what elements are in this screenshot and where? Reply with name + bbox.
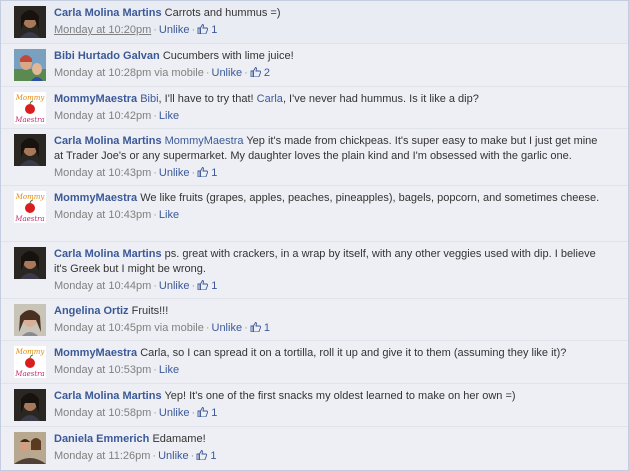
thumbs-up-icon [197,167,209,177]
comment-via: via mobile [154,322,204,334]
avatar-carla[interactable] [14,389,46,421]
comment-author[interactable]: MommyMaestra [54,192,137,204]
svg-text:Maestra: Maestra [14,116,44,124]
comment-author[interactable]: Carla Molina Martins [54,248,162,260]
comment-author[interactable]: MommyMaestra [54,347,137,359]
comment-via: via mobile [154,67,204,79]
thumbs-up-icon [196,450,208,460]
unlike-link[interactable]: Unlike [159,280,190,292]
avatar-carla[interactable] [14,247,46,279]
like-link[interactable]: Like [159,364,179,376]
comment-timestamp[interactable]: Monday at 11:26pm [54,450,150,462]
like-count[interactable]: 1 [196,450,217,462]
comment-author[interactable]: Daniela Emmerich [54,433,149,445]
like-count[interactable]: 1 [197,167,217,179]
svg-text:Mommy: Mommy [15,94,46,102]
comment-timestamp[interactable]: Monday at 10:43pm [54,167,151,179]
comment-author[interactable]: Carla Molina Martins [54,135,162,147]
comment-item: Carla Molina Martins Yep! It's one of th… [1,384,628,427]
comment-item: Mommy Maestra MommyMaestra Carla, so I ca… [1,341,628,384]
like-link[interactable]: Like [159,110,179,122]
thumbs-up-icon [250,67,261,77]
svg-text:Maestra: Maestra [14,370,44,378]
comment-text: Cucumbers with lime juice! [162,50,294,62]
comment-timestamp[interactable]: Monday at 10:45pm [54,322,151,334]
avatar-mommymaestra[interactable]: Mommy Maestra [14,191,46,223]
comment-text: Edamame! [152,433,206,445]
comment-meta: Monday at 10:45pm via mobile · Unlike · 1 [54,322,270,334]
comment-item: Bibi Hurtado Galvan Cucumbers with lime … [1,44,628,87]
thumbs-up-icon [197,407,209,417]
comment-item: Carla Molina Martins Carrots and hummus … [1,1,628,44]
comment-item: Carla Molina Martins ps. great with crac… [1,242,628,299]
avatar-bibi[interactable] [14,49,46,81]
mention-link[interactable]: Carla [257,93,283,105]
comment-author[interactable]: Bibi Hurtado Galvan [54,50,160,62]
avatar-mommymaestra[interactable]: Mommy Maestra [14,346,46,378]
comment-author[interactable]: Angelina Ortiz [54,305,129,317]
comment-meta: Monday at 10:20pm · Unlike · 1 [54,24,218,36]
comment-item: Mommy Maestra MommyMaestra We like fruits… [1,186,628,242]
unlike-link[interactable]: Unlike [159,167,190,179]
comment-item: Angelina Ortiz Fruits!!! Monday at 10:45… [1,299,628,341]
comment-timestamp[interactable]: Monday at 10:58pm [54,407,151,419]
like-link[interactable]: Like [159,209,179,221]
mention-link[interactable]: Bibi [140,93,158,105]
thumbs-up-icon [197,24,209,34]
like-count[interactable]: 2 [250,67,270,79]
comment-item: Carla Molina Martins MommyMaestra Yep it… [1,129,628,186]
avatar-carla[interactable] [14,134,46,166]
comment-thread: ✕ Carla Molina Martins Carrots and hummu… [0,0,629,471]
comment-timestamp[interactable]: Monday at 10:43pm [54,209,151,221]
like-count[interactable]: 1 [250,322,270,334]
unlike-link[interactable]: Unlike [159,407,190,419]
comment-text: We like fruits (grapes, apples, peaches,… [140,192,600,204]
comment-meta: Monday at 10:43pm · Unlike · 1 [54,167,218,179]
svg-text:Mommy: Mommy [15,193,46,201]
like-count[interactable]: 1 [197,24,217,36]
comment-author[interactable]: Carla Molina Martins [54,7,162,19]
comment-timestamp[interactable]: Monday at 10:20pm [54,24,151,36]
unlike-link[interactable]: Unlike [212,67,243,79]
avatar-daniela[interactable] [14,432,46,464]
svg-text:Mommy: Mommy [15,348,46,356]
avatar-mommymaestra[interactable]: Mommy Maestra [14,92,46,124]
comment-meta: Monday at 11:26pm · Unlike · 1 [54,450,217,462]
thumbs-up-icon [197,280,209,290]
comment-text: Fruits!!! [131,305,169,317]
unlike-link[interactable]: Unlike [159,24,190,36]
comment-meta: Monday at 10:53pm · Like [54,364,180,376]
comment-meta: Monday at 10:44pm · Unlike · 1 [54,280,218,292]
comment-author[interactable]: MommyMaestra [54,93,137,105]
unlike-link[interactable]: Unlike [158,450,189,462]
like-count[interactable]: 1 [197,407,217,419]
comment-meta: Monday at 10:42pm · Like [54,110,180,122]
comment-timestamp[interactable]: Monday at 10:44pm [54,280,151,292]
thumbs-up-icon [250,322,261,332]
comment-meta: Monday at 10:43pm · Like [54,209,180,221]
avatar-angelina[interactable] [14,304,46,336]
comment-item: Daniela Emmerich Edamame! Monday at 11:2… [1,427,628,470]
comment-text: Carrots and hummus =) [164,7,281,19]
comment-timestamp[interactable]: Monday at 10:42pm [54,110,151,122]
mention-link[interactable]: MommyMaestra [165,135,244,147]
comment-meta: Monday at 10:58pm · Unlike · 1 [54,407,218,419]
comment-meta: Monday at 10:28pm via mobile · Unlike · 2 [54,67,270,79]
comment-timestamp[interactable]: Monday at 10:53pm [54,364,151,376]
avatar-carla[interactable] [14,6,46,38]
comment-text: Yep! It's one of the first snacks my old… [164,390,516,402]
comment-text: Carla, so I can spread it on a tortilla,… [140,347,567,359]
unlike-link[interactable]: Unlike [212,322,243,334]
comment-item: Mommy Maestra MommyMaestra Bibi, I'll hav… [1,87,628,129]
like-count[interactable]: 1 [197,280,217,292]
svg-text:Maestra: Maestra [14,215,44,223]
comment-text: , I've never had hummus. Is it like a di… [282,93,479,105]
comment-author[interactable]: Carla Molina Martins [54,390,162,402]
comment-timestamp[interactable]: Monday at 10:28pm [54,67,151,79]
comment-text: , I'll have to try that! [158,93,257,105]
